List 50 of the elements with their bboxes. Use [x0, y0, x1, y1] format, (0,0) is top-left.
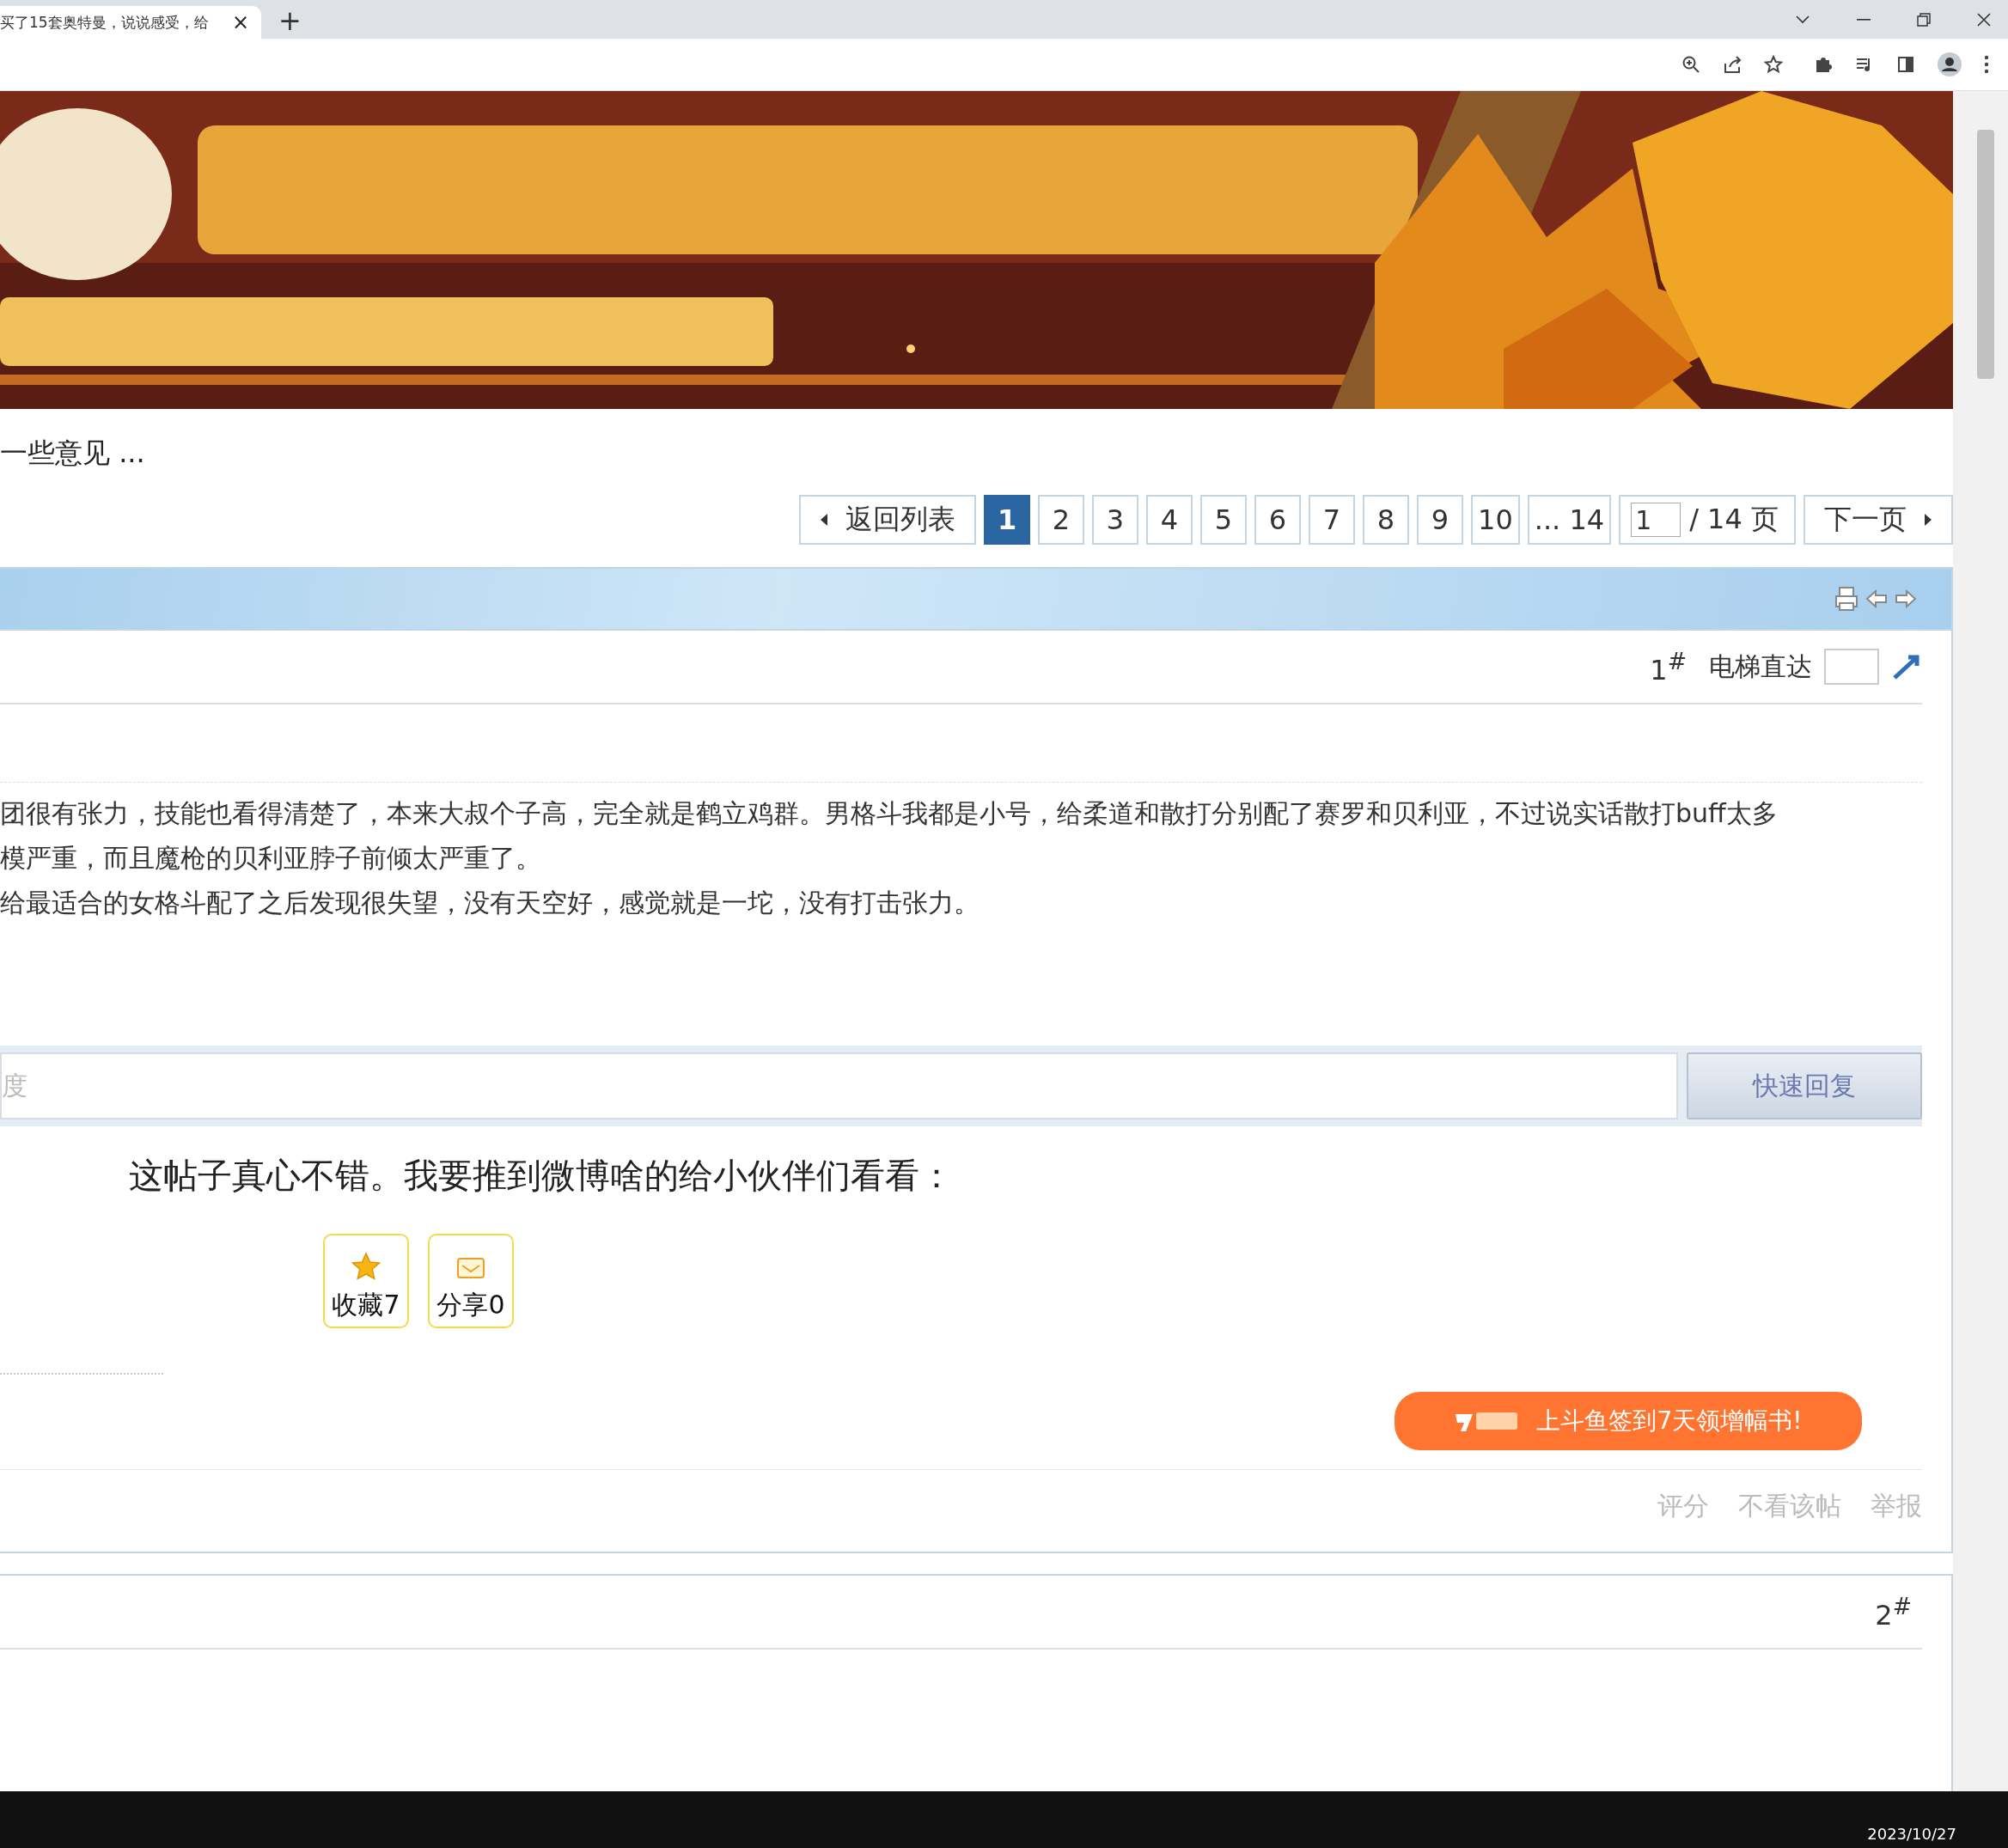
page-button[interactable]: 6 [1254, 495, 1302, 545]
new-tab-button[interactable]: + [278, 4, 302, 37]
page-input[interactable]: 1 [1631, 503, 1681, 537]
page-button[interactable]: 2 [1038, 495, 1085, 545]
profile-icon[interactable] [1938, 52, 1962, 76]
star-icon[interactable] [1764, 55, 1783, 74]
print-icon[interactable] [1834, 586, 1858, 612]
browser-tab[interactable]: 买了15套奥特曼，说说感受，给 × [0, 6, 261, 39]
favorite-button[interactable]: 收藏7 [323, 1234, 409, 1328]
tab-title: 买了15套奥特曼，说说感受，给 [0, 12, 210, 33]
caret-left-icon [820, 513, 829, 527]
back-to-list-button[interactable]: 返回列表 [799, 495, 977, 545]
arrow-right-icon[interactable] [1895, 589, 1917, 608]
floor-number: 1$^{#}$ [1650, 647, 1687, 686]
elevator-label: 电梯直达 [1709, 650, 1812, 683]
star-icon [351, 1252, 381, 1281]
page-button[interactable]: 4 [1146, 495, 1193, 545]
page-button[interactable]: 3 [1092, 495, 1139, 545]
menu-icon[interactable] [1984, 55, 1989, 74]
share-button[interactable]: 分享0 [428, 1234, 514, 1328]
post-text: 给最适合的女格斗配了之后发现很失望，没有天空好，感觉就是一坨，没有打击张力。 [0, 887, 980, 919]
post-text: 团很有张力，技能也看得清楚了，本来大叔个子高，完全就是鹤立鸡群。男格斗我都是小号，给柔道和散打分别配了赛罗和贝利亚，不过说实话散打buff太多 [0, 797, 1779, 830]
thread-title: 一些意见 ... [0, 436, 145, 471]
close-icon[interactable]: × [231, 10, 249, 34]
taskbar-date: 2023/10/27 [1867, 1825, 1956, 1843]
floor-number: 2$^{#}$ [1875, 1592, 1912, 1631]
minimize-icon[interactable] [1857, 18, 1871, 21]
page-button[interactable]: 5 [1200, 495, 1248, 545]
zoom-icon[interactable] [1681, 55, 1700, 74]
share-prompt: 这帖子真心不错。我要推到微博啥的给小伙伴们看看： [129, 1155, 955, 1197]
arrow-left-icon[interactable] [1865, 589, 1888, 608]
page-button[interactable]: 1 [984, 495, 1031, 545]
floor-input[interactable] [1824, 649, 1879, 685]
page-button[interactable]: ... 14 [1527, 495, 1612, 545]
next-page-button[interactable]: 下一页 [1804, 495, 1953, 545]
envelope-icon [455, 1255, 486, 1281]
page-button[interactable]: 8 [1363, 495, 1410, 545]
share-icon[interactable] [1723, 55, 1742, 74]
caret-right-icon [1924, 513, 1932, 527]
page-button[interactable]: 7 [1309, 495, 1356, 545]
page-button[interactable]: 10 [1471, 495, 1520, 545]
restore-icon[interactable] [1917, 12, 1931, 27]
chevron-down-icon[interactable] [1795, 14, 1810, 25]
close-icon[interactable] [1977, 12, 1991, 27]
page-button[interactable]: 9 [1417, 495, 1464, 545]
scrollbar[interactable] [1953, 91, 2008, 1791]
puzzle-icon[interactable] [1814, 55, 1833, 74]
side-panel-icon[interactable] [1896, 55, 1915, 74]
page-total: / 14 页 [1689, 502, 1779, 537]
post-text: 模严重，而且魔枪的贝利亚脖子前倾太严重了。 [0, 842, 542, 875]
